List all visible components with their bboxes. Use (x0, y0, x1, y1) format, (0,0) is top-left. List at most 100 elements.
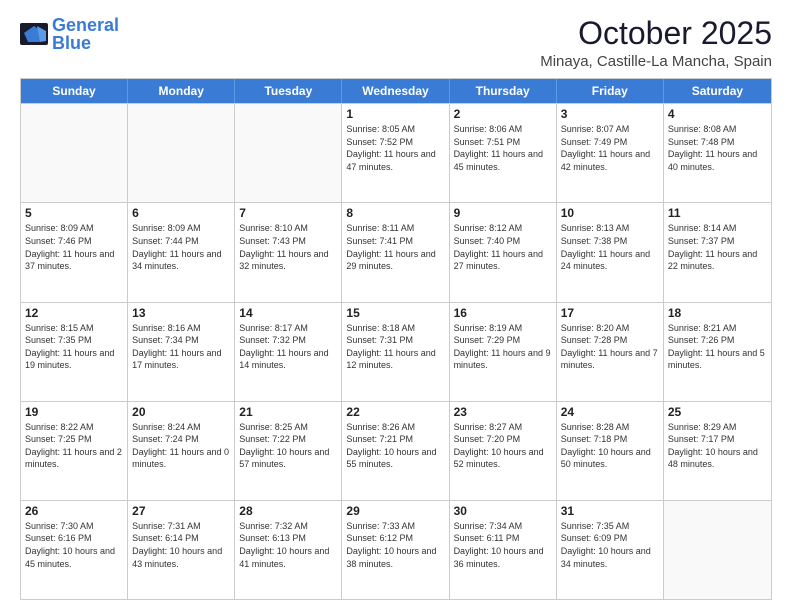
header-thursday: Thursday (450, 79, 557, 103)
cell-w4-d0: 26 Sunrise: 7:30 AM Sunset: 6:16 PM Dayli… (21, 501, 128, 599)
cell-w4-d5: 31Sunrise: 7:35 AM Sunset: 6:09 PM Dayli… (557, 501, 664, 599)
day-num-12: 12 (25, 306, 123, 320)
day-info-20: Sunrise: 8:24 AM Sunset: 7:24 PM Dayligh… (132, 421, 230, 471)
day-num-24: 24 (561, 405, 659, 419)
location-title: Minaya, Castille-La Mancha, Spain (540, 53, 772, 70)
day-info-3: Sunrise: 8:07 AM Sunset: 7:49 PM Dayligh… (561, 123, 659, 173)
day-num-10: 10 (561, 206, 659, 220)
cell-w2-d5: 17 Sunrise: 8:20 AM Sunset: 7:28 PM Dayli… (557, 303, 664, 401)
day-num-29: 29 (346, 504, 444, 518)
cell-w1-d0: 5Sunrise: 8:09 AM Sunset: 7:46 PM Daylig… (21, 203, 128, 301)
day-info-13: Sunrise: 8:16 AM Sunset: 7:34 PM Dayligh… (132, 322, 230, 372)
day-num-31: 31 (561, 504, 659, 518)
day-num-2: 2 (454, 107, 552, 121)
day-num-15: 15 (346, 306, 444, 320)
cell-w1-d3: 8Sunrise: 8:11 AM Sunset: 7:41 PM Daylig… (342, 203, 449, 301)
day-info-12: Sunrise: 8:15 AM Sunset: 7:35 PM Dayligh… (25, 322, 123, 372)
cell-w3-d0: 19 Sunrise: 8:22 AM Sunset: 7:25 PM Dayli… (21, 402, 128, 500)
cell-w3-d3: 22 Sunrise: 8:26 AM Sunset: 7:21 PM Dayli… (342, 402, 449, 500)
header: General Blue October 2025 Minaya, Castil… (20, 16, 772, 70)
calendar-body: 1 Sunrise: 8:05 AM Sunset: 7:52 PM Daylig… (21, 103, 771, 599)
cell-w0-d6: 4Sunrise: 8:08 AM Sunset: 7:48 PM Daylig… (664, 104, 771, 202)
cell-w3-d4: 23Sunrise: 8:27 AM Sunset: 7:20 PM Dayli… (450, 402, 557, 500)
cell-w0-d2 (235, 104, 342, 202)
day-info-1: Sunrise: 8:05 AM Sunset: 7:52 PM Dayligh… (346, 123, 444, 173)
cell-w2-d0: 12 Sunrise: 8:15 AM Sunset: 7:35 PM Dayli… (21, 303, 128, 401)
day-info-28: Sunrise: 7:32 AM Sunset: 6:13 PM Dayligh… (239, 520, 337, 570)
day-num-3: 3 (561, 107, 659, 121)
day-info-17: Sunrise: 8:20 AM Sunset: 7:28 PM Dayligh… (561, 322, 659, 372)
day-num-9: 9 (454, 206, 552, 220)
title-block: October 2025 Minaya, Castille-La Mancha,… (540, 16, 772, 70)
logo-icon (20, 23, 48, 45)
cell-w4-d3: 29 Sunrise: 7:33 AM Sunset: 6:12 PM Dayli… (342, 501, 449, 599)
header-sunday: Sunday (21, 79, 128, 103)
cell-w0-d3: 1 Sunrise: 8:05 AM Sunset: 7:52 PM Daylig… (342, 104, 449, 202)
month-title: October 2025 (540, 16, 772, 51)
cell-w4-d1: 27 Sunrise: 7:31 AM Sunset: 6:14 PM Dayli… (128, 501, 235, 599)
cell-w2-d6: 18Sunrise: 8:21 AM Sunset: 7:26 PM Dayli… (664, 303, 771, 401)
day-num-19: 19 (25, 405, 123, 419)
day-info-29: Sunrise: 7:33 AM Sunset: 6:12 PM Dayligh… (346, 520, 444, 570)
day-num-1: 1 (346, 107, 444, 121)
cell-w4-d4: 30 Sunrise: 7:34 AM Sunset: 6:11 PM Dayli… (450, 501, 557, 599)
day-info-7: Sunrise: 8:10 AM Sunset: 7:43 PM Dayligh… (239, 222, 337, 272)
day-info-6: Sunrise: 8:09 AM Sunset: 7:44 PM Dayligh… (132, 222, 230, 272)
header-friday: Friday (557, 79, 664, 103)
logo-text: General Blue (52, 16, 119, 52)
cell-w0-d1 (128, 104, 235, 202)
day-info-8: Sunrise: 8:11 AM Sunset: 7:41 PM Dayligh… (346, 222, 444, 272)
cell-w1-d2: 7 Sunrise: 8:10 AM Sunset: 7:43 PM Daylig… (235, 203, 342, 301)
day-info-26: Sunrise: 7:30 AM Sunset: 6:16 PM Dayligh… (25, 520, 123, 570)
day-info-5: Sunrise: 8:09 AM Sunset: 7:46 PM Dayligh… (25, 222, 123, 272)
day-num-7: 7 (239, 206, 337, 220)
cell-w2-d1: 13 Sunrise: 8:16 AM Sunset: 7:34 PM Dayli… (128, 303, 235, 401)
day-num-14: 14 (239, 306, 337, 320)
day-num-20: 20 (132, 405, 230, 419)
day-info-23: Sunrise: 8:27 AM Sunset: 7:20 PM Dayligh… (454, 421, 552, 471)
day-info-19: Sunrise: 8:22 AM Sunset: 7:25 PM Dayligh… (25, 421, 123, 471)
day-info-24: Sunrise: 8:28 AM Sunset: 7:18 PM Dayligh… (561, 421, 659, 471)
week-row-3: 19 Sunrise: 8:22 AM Sunset: 7:25 PM Dayli… (21, 401, 771, 500)
cell-w0-d5: 3 Sunrise: 8:07 AM Sunset: 7:49 PM Daylig… (557, 104, 664, 202)
logo-blue: Blue (52, 33, 91, 53)
day-info-14: Sunrise: 8:17 AM Sunset: 7:32 PM Dayligh… (239, 322, 337, 372)
week-row-4: 26 Sunrise: 7:30 AM Sunset: 6:16 PM Dayli… (21, 500, 771, 599)
day-num-6: 6 (132, 206, 230, 220)
header-tuesday: Tuesday (235, 79, 342, 103)
day-num-27: 27 (132, 504, 230, 518)
day-info-15: Sunrise: 8:18 AM Sunset: 7:31 PM Dayligh… (346, 322, 444, 372)
cell-w4-d2: 28Sunrise: 7:32 AM Sunset: 6:13 PM Dayli… (235, 501, 342, 599)
day-info-30: Sunrise: 7:34 AM Sunset: 6:11 PM Dayligh… (454, 520, 552, 570)
header-wednesday: Wednesday (342, 79, 449, 103)
day-info-11: Sunrise: 8:14 AM Sunset: 7:37 PM Dayligh… (668, 222, 767, 272)
day-info-27: Sunrise: 7:31 AM Sunset: 6:14 PM Dayligh… (132, 520, 230, 570)
day-info-25: Sunrise: 8:29 AM Sunset: 7:17 PM Dayligh… (668, 421, 767, 471)
day-num-13: 13 (132, 306, 230, 320)
cell-w1-d5: 10 Sunrise: 8:13 AM Sunset: 7:38 PM Dayli… (557, 203, 664, 301)
cell-w1-d1: 6 Sunrise: 8:09 AM Sunset: 7:44 PM Daylig… (128, 203, 235, 301)
cell-w0-d4: 2 Sunrise: 8:06 AM Sunset: 7:51 PM Daylig… (450, 104, 557, 202)
day-num-11: 11 (668, 206, 767, 220)
day-num-22: 22 (346, 405, 444, 419)
day-num-17: 17 (561, 306, 659, 320)
page: General Blue October 2025 Minaya, Castil… (0, 0, 792, 612)
week-row-2: 12 Sunrise: 8:15 AM Sunset: 7:35 PM Dayli… (21, 302, 771, 401)
day-info-10: Sunrise: 8:13 AM Sunset: 7:38 PM Dayligh… (561, 222, 659, 272)
day-num-18: 18 (668, 306, 767, 320)
day-num-26: 26 (25, 504, 123, 518)
day-info-22: Sunrise: 8:26 AM Sunset: 7:21 PM Dayligh… (346, 421, 444, 471)
day-info-2: Sunrise: 8:06 AM Sunset: 7:51 PM Dayligh… (454, 123, 552, 173)
day-info-16: Sunrise: 8:19 AM Sunset: 7:29 PM Dayligh… (454, 322, 552, 372)
cell-w1-d6: 11 Sunrise: 8:14 AM Sunset: 7:37 PM Dayli… (664, 203, 771, 301)
day-info-21: Sunrise: 8:25 AM Sunset: 7:22 PM Dayligh… (239, 421, 337, 471)
header-saturday: Saturday (664, 79, 771, 103)
header-monday: Monday (128, 79, 235, 103)
cell-w1-d4: 9 Sunrise: 8:12 AM Sunset: 7:40 PM Daylig… (450, 203, 557, 301)
day-num-30: 30 (454, 504, 552, 518)
cell-w2-d4: 16Sunrise: 8:19 AM Sunset: 7:29 PM Dayli… (450, 303, 557, 401)
cell-w2-d2: 14 Sunrise: 8:17 AM Sunset: 7:32 PM Dayli… (235, 303, 342, 401)
day-info-9: Sunrise: 8:12 AM Sunset: 7:40 PM Dayligh… (454, 222, 552, 272)
calendar: Sunday Monday Tuesday Wednesday Thursday… (20, 78, 772, 600)
day-num-4: 4 (668, 107, 767, 121)
